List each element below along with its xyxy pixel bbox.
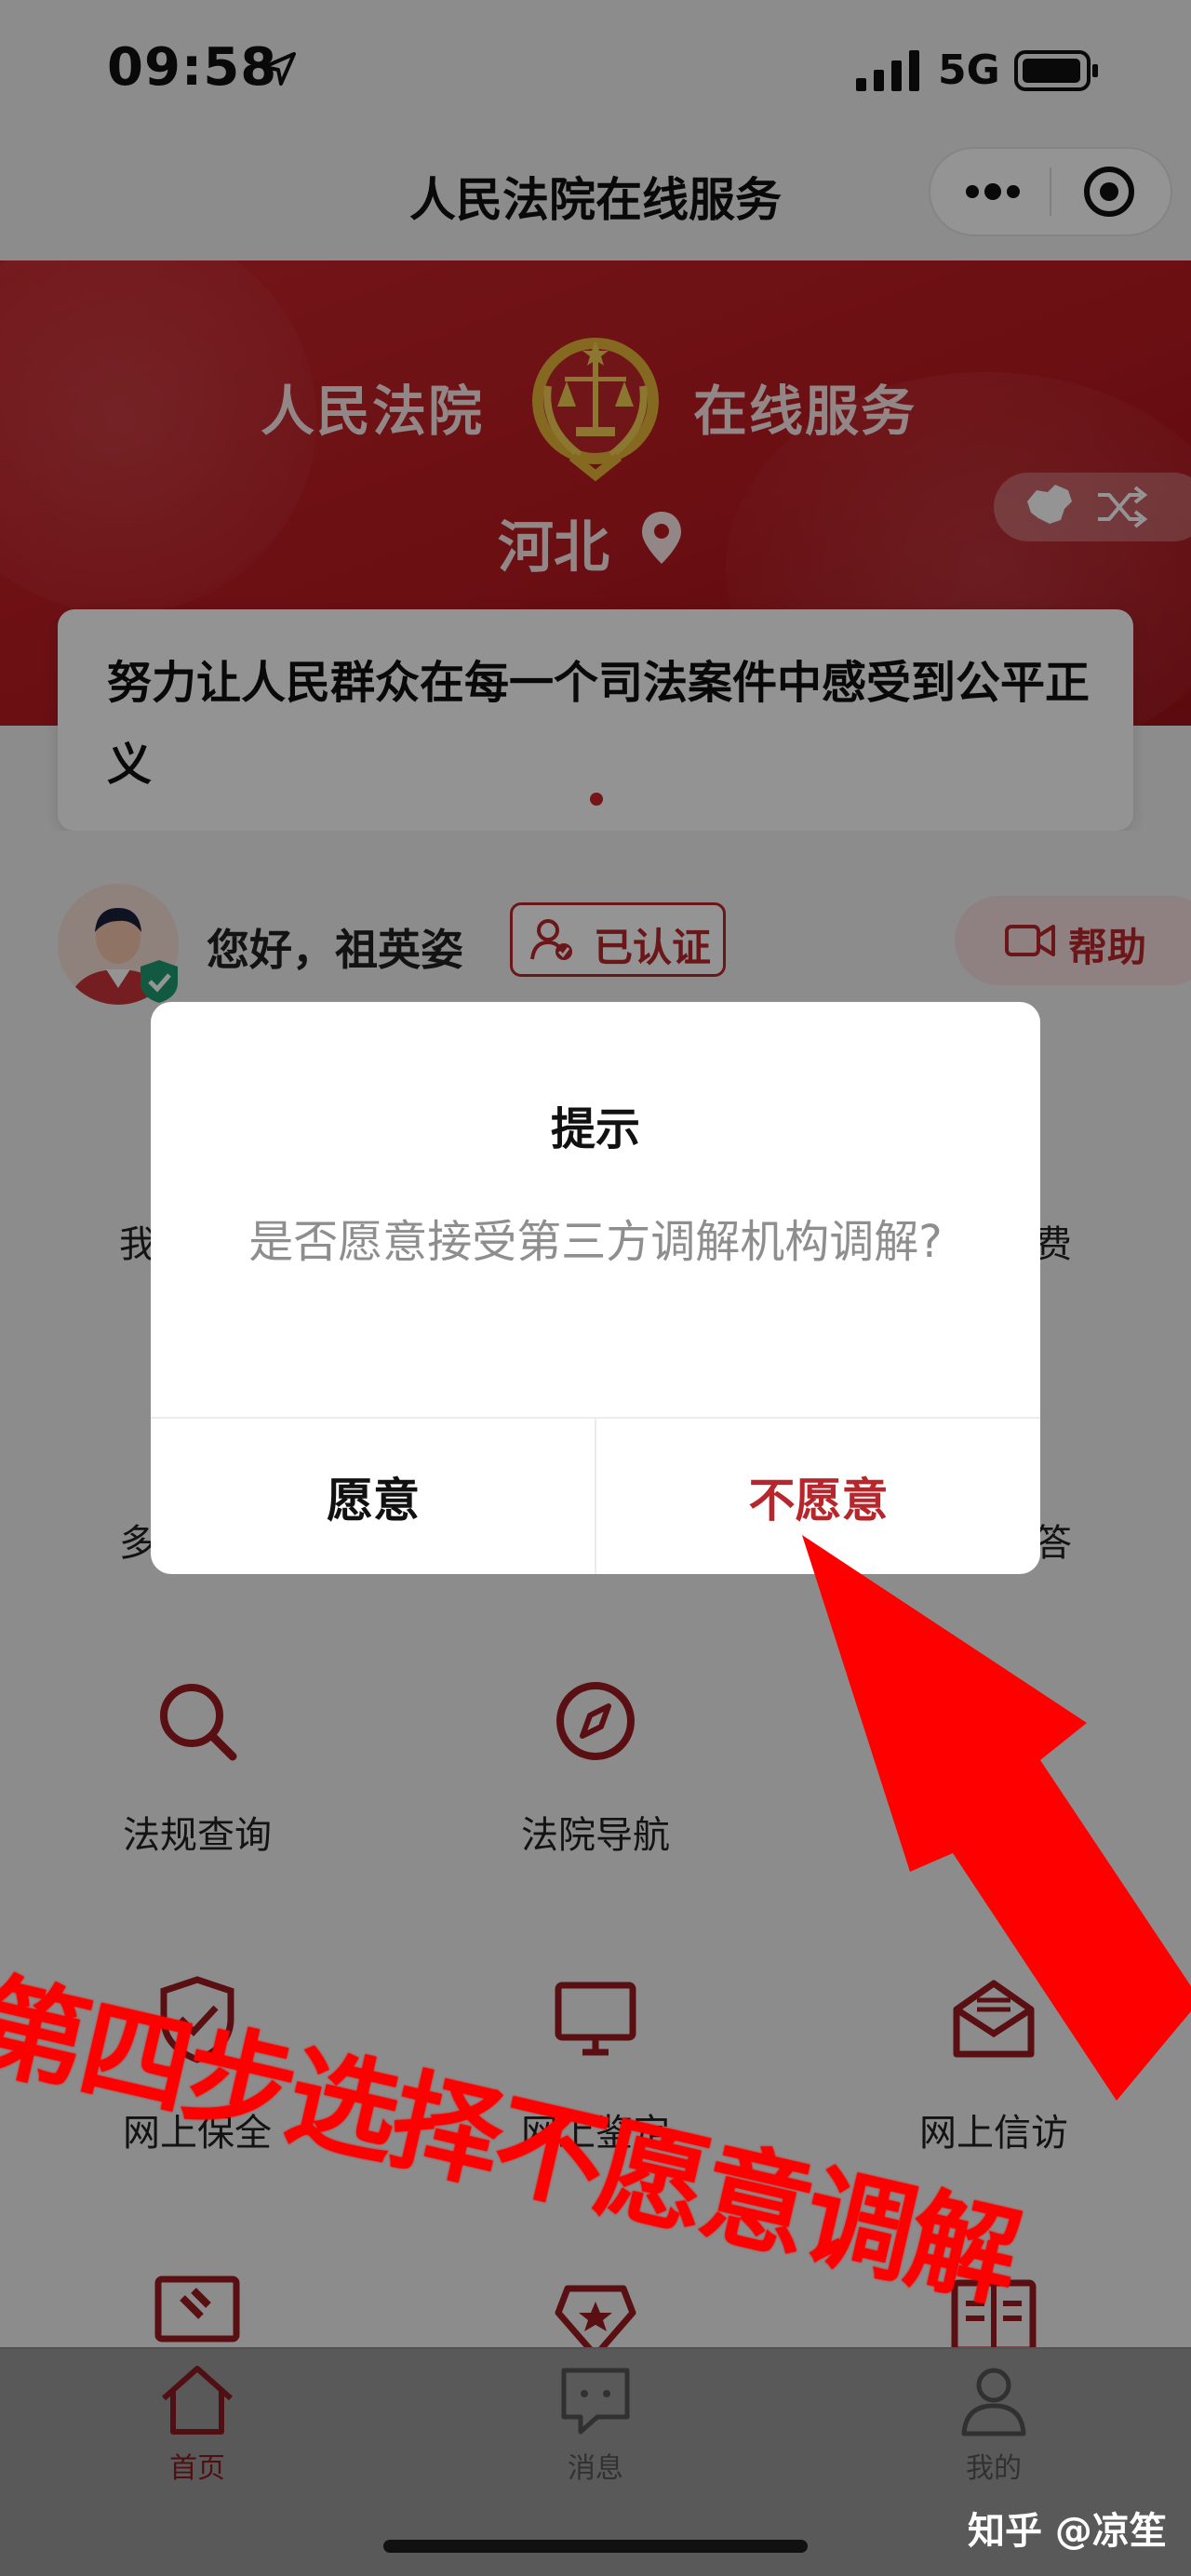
dialog-message: 是否愿意接受第三方调解机构调解?	[248, 1216, 943, 1268]
home-indicator	[383, 2540, 808, 2553]
dialog-title: 提示	[550, 1103, 640, 1155]
watermark: 知乎 @凉笙	[968, 2510, 1167, 2553]
decline-button[interactable]: 不愿意	[596, 1419, 1040, 1574]
accept-button[interactable]: 愿意	[151, 1419, 596, 1574]
